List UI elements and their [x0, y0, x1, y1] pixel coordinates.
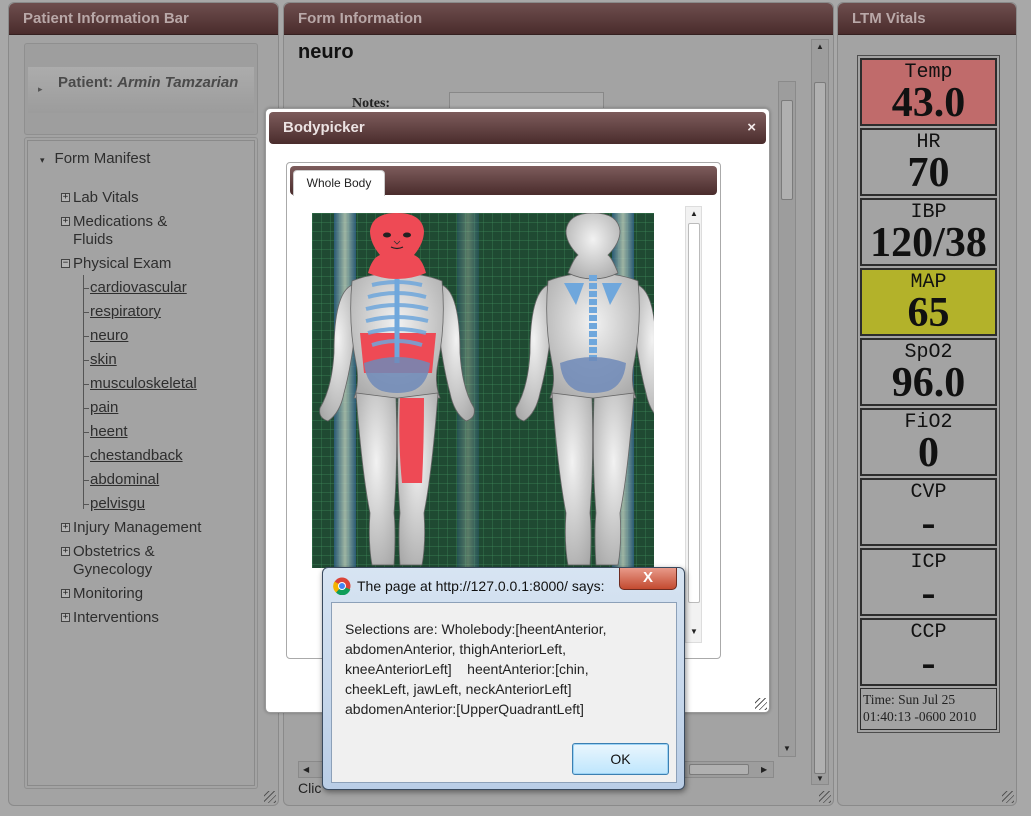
tree-link-abdominal[interactable]: abdominal: [90, 471, 159, 488]
alert-body: Selections are: Wholebody:[heentAnterior…: [331, 602, 677, 783]
tree-link-pain[interactable]: pain: [90, 399, 118, 416]
chrome-icon: [333, 577, 351, 595]
tree-item[interactable]: Interventions: [73, 609, 159, 626]
vital-value: 70: [907, 150, 950, 196]
patient-box: ▸ Patient: Armin Tamzarian: [24, 43, 258, 135]
form-manifest-tree: + Lab Vitals + Medications & Fluids − Physica…: [28, 141, 254, 785]
vital-ibp: IBP 120/38: [860, 198, 997, 266]
scroll-up-icon[interactable]: ▲: [690, 209, 698, 218]
patient-information-header: Patient Information Bar: [9, 3, 278, 35]
bodypicker-scrollbar[interactable]: ▲ ▼: [685, 206, 702, 643]
tree-connector: [83, 275, 84, 509]
tree-link-cardiovascular[interactable]: cardiovascular: [90, 279, 187, 296]
form-manifest-inner: ▾ Form Manifest + Lab Vitals + Medications &…: [27, 140, 255, 786]
tree-link-musculoskeletal[interactable]: musculoskeletal: [90, 375, 197, 392]
tree-item[interactable]: Monitoring: [73, 585, 143, 602]
vital-value: 120/38: [870, 220, 987, 266]
alert-dialog: The page at http://127.0.0.1:8000/ says:…: [322, 567, 685, 790]
horizontal-scroll-thumb[interactable]: [689, 764, 749, 775]
scroll-up-icon[interactable]: ▲: [816, 42, 824, 51]
form-information-header: Form Information: [284, 3, 833, 35]
vital-cvp: CVP -: [860, 478, 997, 546]
form-title: neuro: [298, 41, 354, 63]
alert-title: The page at http://127.0.0.1:8000/ says:: [357, 578, 605, 594]
expand-toggle-icon[interactable]: +: [61, 523, 70, 532]
vital-hr: HR 70: [860, 128, 997, 196]
bodypicker-scroll-thumb[interactable]: [688, 223, 700, 603]
page-scrollbar[interactable]: ▲ ▼: [811, 39, 829, 785]
alert-message-line: cheekLeft, jawLeft, neckAnteriorLeft]: [345, 681, 572, 697]
vital-value: -: [921, 500, 936, 546]
tab-whole-body[interactable]: Whole Body: [293, 170, 385, 196]
tree-link-chestandback[interactable]: chestandback: [90, 447, 183, 464]
page-scroll-thumb[interactable]: [814, 82, 826, 774]
alert-message-line: abdomenAnterior, thighAnteriorLeft,: [345, 641, 567, 657]
vitals-list: Time: Sun Jul 25 01:40:13 -0600 2010 Tem…: [857, 55, 1000, 733]
patient-label: Patient: Armin Tamzarian: [58, 74, 238, 92]
tree-item[interactable]: Injury Management: [73, 519, 201, 536]
scroll-right-icon[interactable]: ▶: [761, 765, 767, 774]
patient-name: Armin Tamzarian: [117, 74, 239, 91]
scroll-down-icon[interactable]: ▼: [783, 744, 791, 753]
collapse-toggle-icon[interactable]: −: [61, 259, 70, 268]
ok-button[interactable]: OK: [572, 743, 669, 775]
body-diagram[interactable]: [312, 213, 654, 568]
vital-icp: ICP -: [860, 548, 997, 616]
close-button[interactable]: X: [619, 568, 677, 590]
resize-grip-icon[interactable]: [264, 791, 276, 803]
expand-toggle-icon[interactable]: +: [61, 589, 70, 598]
tree-link-pelvisgu[interactable]: pelvisgu: [90, 495, 145, 512]
vital-fio2: FiO2 0: [860, 408, 997, 476]
expand-toggle-icon[interactable]: +: [61, 217, 70, 226]
resize-grip-icon[interactable]: [755, 698, 767, 710]
timestamp-line-1: Time: Sun Jul 25: [863, 692, 956, 707]
tree-link-respiratory[interactable]: respiratory: [90, 303, 161, 320]
vital-value: 96.0: [891, 360, 966, 406]
vital-value: 43.0: [891, 80, 966, 126]
scroll-left-icon[interactable]: ◀: [303, 765, 309, 774]
resize-grip-icon[interactable]: [1002, 791, 1014, 803]
form-manifest-box: ▾ Form Manifest + Lab Vitals + Medications &…: [24, 137, 258, 789]
scroll-down-icon[interactable]: ▼: [816, 774, 824, 783]
tree-item[interactable]: Physical Exam: [73, 255, 171, 272]
alert-message: Selections are: Wholebody:[heentAnterior…: [345, 619, 665, 719]
bottom-text: Clic: [298, 780, 322, 796]
bodypicker-title: Bodypicker: [283, 119, 365, 136]
close-icon[interactable]: ×: [747, 112, 756, 144]
tree-link-heent[interactable]: heent: [90, 423, 128, 440]
vital-ccp: CCP -: [860, 618, 997, 686]
alert-message-line: abdomenAnterior:[UpperQuadrantLeft]: [345, 701, 584, 717]
vital-value: 65: [907, 290, 950, 336]
alert-message-line: kneeAnteriorLeft] heentAnterior:[chin,: [345, 661, 589, 677]
patient-information-panel: Patient Information Bar ▸ Patient: Armin…: [8, 2, 279, 806]
expand-arrow-icon[interactable]: ▸: [38, 84, 43, 95]
form-scroll-thumb[interactable]: [781, 100, 793, 200]
tree-item[interactable]: Medications & Fluids: [73, 213, 173, 249]
timestamp-line-2: 01:40:13 -0600 2010: [863, 709, 977, 724]
tree-link-skin[interactable]: skin: [90, 351, 117, 368]
vitals-timestamp: Time: Sun Jul 25 01:40:13 -0600 2010: [860, 688, 997, 730]
vital-temp: Temp 43.0: [860, 58, 997, 126]
ltm-vitals-header: LTM Vitals: [838, 3, 1016, 35]
tree-item[interactable]: Obstetrics & Gynecology: [73, 543, 173, 579]
resize-grip-icon[interactable]: [819, 791, 831, 803]
vital-value: 0: [918, 430, 939, 476]
ltm-vitals-panel: LTM Vitals Time: Sun Jul 25 01:40:13 -06…: [837, 2, 1017, 806]
vital-spo2: SpO2 96.0: [860, 338, 997, 406]
expand-toggle-icon[interactable]: +: [61, 613, 70, 622]
vital-value: -: [921, 640, 936, 686]
bodypicker-tabbar: Whole Body: [290, 166, 717, 196]
tree-item[interactable]: Lab Vitals: [73, 189, 139, 206]
patient-prefix: Patient:: [58, 74, 114, 91]
vital-map: MAP 65: [860, 268, 997, 336]
expand-toggle-icon[interactable]: +: [61, 547, 70, 556]
alert-message-line: Selections are: Wholebody:[heentAnterior…: [345, 621, 607, 637]
vital-value: -: [921, 570, 936, 616]
bodypicker-header: Bodypicker ×: [269, 112, 766, 144]
tree-link-neuro[interactable]: neuro: [90, 327, 128, 344]
form-scrollbar[interactable]: ▼: [778, 81, 796, 757]
expand-toggle-icon[interactable]: +: [61, 193, 70, 202]
scroll-down-icon[interactable]: ▼: [690, 627, 698, 636]
